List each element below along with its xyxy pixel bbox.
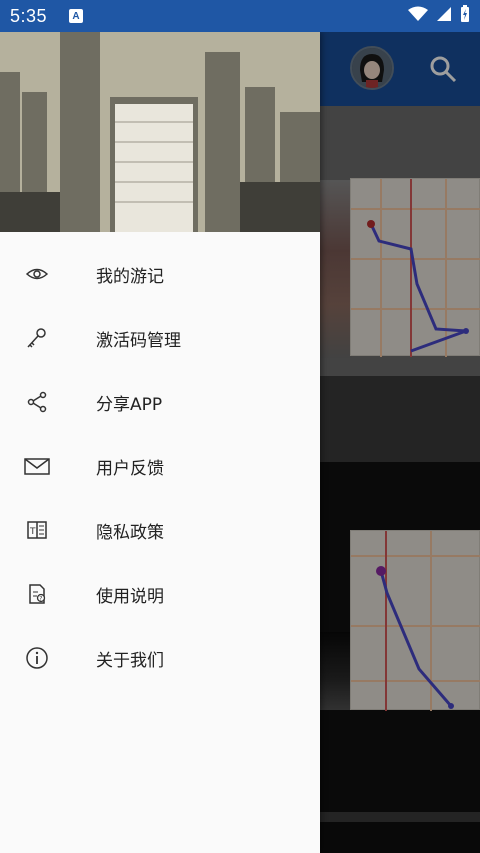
share-icon — [24, 389, 50, 415]
mail-icon — [24, 453, 50, 479]
navigation-drawer: 我的游记 激活码管理 分享APP 用户反馈 T 隐私政策 ? 使用说明 关于我们 — [0, 32, 320, 853]
menu-item-label: 我的游记 — [96, 266, 164, 287]
document-help-icon: ? — [24, 581, 50, 607]
status-bar: 5:35 A — [0, 0, 480, 32]
menu-item-activation-code[interactable]: 激活码管理 — [0, 306, 320, 370]
battery-charging-icon — [460, 5, 470, 27]
menu-item-label: 关于我们 — [96, 650, 164, 671]
wifi-icon — [408, 6, 428, 26]
menu-item-user-feedback[interactable]: 用户反馈 — [0, 434, 320, 498]
drawer-header-image — [0, 32, 320, 232]
menu-item-my-travel-notes[interactable]: 我的游记 — [0, 242, 320, 306]
key-icon — [24, 325, 50, 351]
menu-item-share-app[interactable]: 分享APP — [0, 370, 320, 434]
book-icon: T — [24, 517, 50, 543]
info-icon — [24, 645, 50, 671]
menu-item-about-us[interactable]: 关于我们 — [0, 626, 320, 690]
menu-item-instructions[interactable]: ? 使用说明 — [0, 562, 320, 626]
eye-icon — [24, 261, 50, 287]
menu-item-label: 隐私政策 — [96, 522, 164, 543]
menu-item-label: 使用说明 — [96, 586, 164, 607]
drawer-menu: 我的游记 激活码管理 分享APP 用户反馈 T 隐私政策 ? 使用说明 关于我们 — [0, 242, 320, 690]
status-icons — [408, 5, 470, 27]
menu-item-label: 用户反馈 — [96, 458, 164, 479]
menu-item-label: 激活码管理 — [96, 330, 181, 351]
menu-item-privacy-policy[interactable]: T 隐私政策 — [0, 498, 320, 562]
notification-badge: A — [69, 9, 84, 23]
svg-text:?: ? — [39, 596, 42, 603]
svg-text:T: T — [29, 527, 36, 537]
signal-icon — [436, 6, 452, 26]
status-time: 5:35 — [10, 5, 48, 26]
menu-item-label: 分享APP — [96, 394, 163, 415]
